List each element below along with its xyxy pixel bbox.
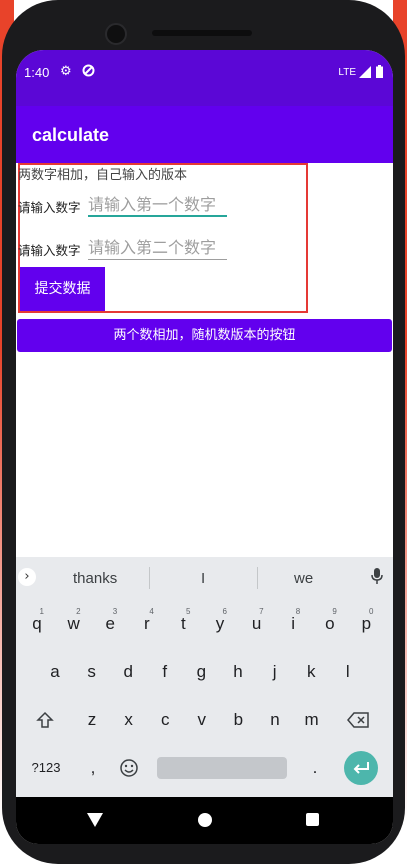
suggestion-divider bbox=[257, 567, 258, 589]
key-s[interactable]: s bbox=[77, 652, 107, 692]
app-bar: calculate bbox=[16, 106, 393, 163]
key-j[interactable]: j bbox=[260, 652, 290, 692]
shift-key[interactable] bbox=[30, 700, 60, 740]
status-bar: 1:40 ⚙ LTE bbox=[16, 50, 393, 106]
background: 1:40 ⚙ LTE calculate 两数字相加，自己输入的版本 请输入数字… bbox=[0, 0, 407, 864]
key-o[interactable]: o9 bbox=[315, 604, 345, 644]
speaker-grille bbox=[152, 30, 252, 36]
key-a[interactable]: a bbox=[40, 652, 70, 692]
second-number-input[interactable]: 请输入第二个数字 bbox=[88, 234, 227, 260]
key-hint-4: 4 bbox=[149, 607, 154, 616]
key-q[interactable]: q1 bbox=[22, 604, 52, 644]
comma-key[interactable]: , bbox=[78, 748, 108, 788]
key-hint-2: 2 bbox=[76, 607, 81, 616]
key-h[interactable]: h bbox=[223, 652, 253, 692]
key-g[interactable]: g bbox=[186, 652, 216, 692]
key-y[interactable]: y6 bbox=[205, 604, 235, 644]
gear-icon: ⚙ bbox=[60, 64, 72, 79]
chevron-right-icon[interactable]: › bbox=[18, 568, 36, 586]
key-k[interactable]: k bbox=[296, 652, 326, 692]
key-hint-9: 9 bbox=[332, 607, 337, 616]
suggestion-divider bbox=[149, 567, 150, 589]
intro-text: 两数字相加，自己输入的版本 bbox=[18, 168, 188, 183]
key-v[interactable]: v bbox=[187, 700, 217, 740]
key-r[interactable]: r4 bbox=[132, 604, 162, 644]
home-icon[interactable] bbox=[198, 813, 212, 827]
random-add-button[interactable]: 两个数相加，随机数版本的按钮 bbox=[17, 319, 392, 352]
key-p[interactable]: p0 bbox=[351, 604, 381, 644]
key-l[interactable]: l bbox=[333, 652, 363, 692]
network-type: LTE bbox=[338, 67, 356, 78]
key-u[interactable]: u7 bbox=[242, 604, 272, 644]
signal-icon bbox=[359, 66, 371, 82]
recent-apps-icon[interactable] bbox=[306, 813, 319, 826]
key-t[interactable]: t5 bbox=[168, 604, 198, 644]
status-time: 1:40 bbox=[24, 65, 50, 80]
battery-icon bbox=[376, 65, 383, 82]
backspace-key[interactable] bbox=[343, 700, 373, 740]
key-hint-8: 8 bbox=[295, 607, 301, 616]
back-icon[interactable] bbox=[87, 813, 103, 827]
soft-keyboard: › thanks I we q1w2e3r4t5y6u7i8o9p0 asdfg… bbox=[16, 557, 393, 797]
first-number-label: 请输入数字 bbox=[18, 200, 81, 215]
suggestion-3[interactable]: we bbox=[294, 570, 313, 587]
key-hint-0: 0 bbox=[368, 607, 374, 616]
key-b[interactable]: b bbox=[223, 700, 253, 740]
period-key[interactable]: . bbox=[300, 748, 330, 788]
submit-button[interactable]: 提交数据 bbox=[20, 267, 105, 311]
first-number-input[interactable]: 请输入第一个数字 bbox=[88, 191, 227, 217]
key-w[interactable]: w2 bbox=[59, 604, 89, 644]
emoji-key[interactable] bbox=[114, 748, 144, 788]
key-n[interactable]: n bbox=[260, 700, 290, 740]
suggestion-1[interactable]: thanks bbox=[73, 570, 117, 587]
main-content: 两数字相加，自己输入的版本 请输入数字 请输入第一个数字 请输入数字 请输入第二… bbox=[16, 163, 393, 558]
enter-key[interactable] bbox=[344, 751, 378, 785]
navigation-bar bbox=[16, 797, 393, 844]
key-hint-7: 7 bbox=[259, 607, 264, 616]
key-hint-5: 5 bbox=[185, 607, 191, 616]
microphone-icon[interactable] bbox=[371, 568, 383, 588]
data-saver-icon bbox=[82, 64, 95, 81]
key-d[interactable]: d bbox=[113, 652, 143, 692]
key-m[interactable]: m bbox=[297, 700, 327, 740]
key-hint-3: 3 bbox=[112, 607, 118, 616]
key-c[interactable]: c bbox=[150, 700, 180, 740]
key-x[interactable]: x bbox=[114, 700, 144, 740]
key-i[interactable]: i8 bbox=[278, 604, 308, 644]
app-title: calculate bbox=[32, 125, 110, 145]
phone-frame: 1:40 ⚙ LTE calculate 两数字相加，自己输入的版本 请输入数字… bbox=[2, 0, 405, 864]
space-key[interactable] bbox=[157, 757, 287, 779]
key-hint-6: 6 bbox=[222, 607, 227, 616]
key-f[interactable]: f bbox=[150, 652, 180, 692]
key-z[interactable]: z bbox=[77, 700, 107, 740]
key-hint-1: 1 bbox=[39, 607, 44, 616]
second-number-label: 请输入数字 bbox=[18, 243, 81, 258]
screen: 1:40 ⚙ LTE calculate 两数字相加，自己输入的版本 请输入数字… bbox=[16, 50, 393, 844]
symbols-key[interactable]: ?123 bbox=[27, 748, 65, 788]
key-e[interactable]: e3 bbox=[95, 604, 125, 644]
camera-icon bbox=[105, 23, 127, 45]
suggestion-2[interactable]: I bbox=[201, 570, 205, 587]
suggestion-bar: › thanks I we bbox=[16, 557, 393, 599]
